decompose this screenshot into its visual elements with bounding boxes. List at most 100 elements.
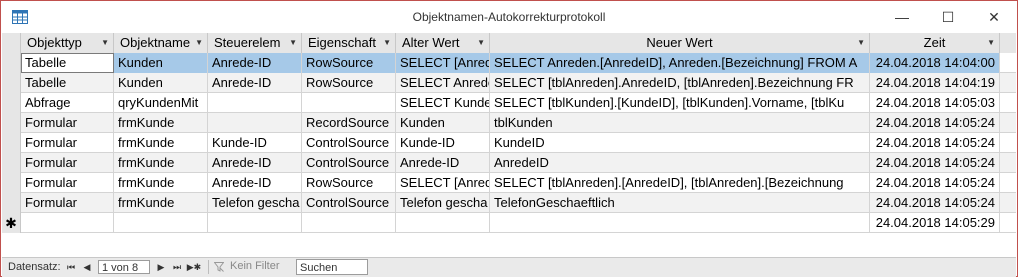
column-header-objekttyp[interactable]: Objekttyp ▼ — [21, 33, 114, 53]
cell-alter-wert[interactable]: SELECT [Anred — [396, 53, 490, 73]
cell-eigenschaft[interactable]: RecordSource — [302, 113, 396, 133]
column-header-neuer-wert[interactable]: Neuer Wert ▼ — [490, 33, 870, 53]
cell-steuerelement[interactable]: Anrede-ID — [208, 53, 302, 73]
cell-zeit[interactable]: 24.04.2018 14:05:24 — [870, 173, 1000, 193]
table-row[interactable]: Formular frmKunde Telefon gescha Control… — [2, 193, 1016, 213]
chevron-down-icon[interactable]: ▼ — [195, 33, 203, 53]
cell-zeit[interactable]: 24.04.2018 14:05:24 — [870, 113, 1000, 133]
cell-eigenschaft[interactable]: ControlSource — [302, 153, 396, 173]
cell-zeit[interactable]: 24.04.2018 14:04:19 — [870, 73, 1000, 93]
column-header-objektname[interactable]: Objektname ▼ — [114, 33, 208, 53]
record-selector[interactable] — [2, 73, 21, 93]
first-record-icon[interactable]: ⏮ — [64, 260, 78, 274]
cell-steuerelement[interactable]: Anrede-ID — [208, 153, 302, 173]
cell-steuerelement[interactable]: Telefon gescha — [208, 193, 302, 213]
cell-objekttyp[interactable]: Formular — [21, 133, 114, 153]
chevron-down-icon[interactable]: ▼ — [987, 33, 995, 53]
cell-eigenschaft[interactable] — [302, 213, 396, 233]
cell-objektname[interactable]: frmKunde — [114, 153, 208, 173]
cell-neuer-wert[interactable]: tblKunden — [490, 113, 870, 133]
cell-alter-wert[interactable]: SELECT [Anred — [396, 173, 490, 193]
table-row[interactable]: Formular frmKunde RecordSource Kunden tb… — [2, 113, 1016, 133]
record-selector[interactable] — [2, 153, 21, 173]
column-header-zeit[interactable]: Zeit ▼ — [870, 33, 1000, 53]
cell-zeit[interactable]: 24.04.2018 14:05:24 — [870, 193, 1000, 213]
cell-steuerelement[interactable] — [208, 213, 302, 233]
select-all-button[interactable] — [2, 33, 21, 53]
table-row[interactable]: Formular frmKunde Anrede-ID ControlSourc… — [2, 153, 1016, 173]
table-row[interactable]: Tabelle Kunden Anrede-ID RowSource SELEC… — [2, 73, 1016, 93]
new-record-icon[interactable]: ✱ — [2, 213, 21, 233]
cell-eigenschaft[interactable]: RowSource — [302, 173, 396, 193]
cell-objektname[interactable] — [114, 213, 208, 233]
next-record-icon[interactable]: ▶ — [154, 260, 168, 274]
cell-alter-wert[interactable]: Kunden — [396, 113, 490, 133]
cell-zeit[interactable]: 24.04.2018 14:05:24 — [870, 133, 1000, 153]
cell-objektname[interactable]: frmKunde — [114, 173, 208, 193]
cell-steuerelement[interactable]: Anrede-ID — [208, 173, 302, 193]
chevron-down-icon[interactable]: ▼ — [101, 33, 109, 53]
cell-zeit[interactable]: 24.04.2018 14:05:29 — [870, 213, 1000, 233]
cell-steuerelement[interactable]: Anrede-ID — [208, 73, 302, 93]
minimize-button[interactable]: — — [879, 1, 925, 33]
close-button[interactable]: ✕ — [971, 1, 1017, 33]
new-record-row[interactable]: ✱ 24.04.2018 14:05:29 — [2, 213, 1016, 233]
cell-objekttyp[interactable]: Formular — [21, 193, 114, 213]
cell-objektname[interactable]: frmKunde — [114, 113, 208, 133]
cell-objekttyp[interactable] — [21, 213, 114, 233]
cell-steuerelement[interactable] — [208, 93, 302, 113]
filter-toggle[interactable]: Kein Filter — [230, 260, 280, 272]
cell-eigenschaft[interactable]: ControlSource — [302, 133, 396, 153]
record-selector[interactable] — [2, 173, 21, 193]
column-header-eigenschaft[interactable]: Eigenschaft ▼ — [302, 33, 396, 53]
cell-steuerelement[interactable] — [208, 113, 302, 133]
cell-objekttyp[interactable]: Formular — [21, 173, 114, 193]
cell-neuer-wert[interactable] — [490, 213, 870, 233]
cell-objekttyp[interactable]: Formular — [21, 113, 114, 133]
maximize-button[interactable]: ☐ — [925, 1, 971, 33]
record-selector[interactable] — [2, 133, 21, 153]
cell-eigenschaft[interactable]: RowSource — [302, 73, 396, 93]
cell-alter-wert[interactable]: SELECT Kunder — [396, 93, 490, 113]
cell-neuer-wert[interactable]: SELECT Anreden.[AnredeID], Anreden.[Beze… — [490, 53, 870, 73]
cell-alter-wert[interactable] — [396, 213, 490, 233]
cell-objektname[interactable]: qryKundenMit — [114, 93, 208, 113]
chevron-down-icon[interactable]: ▼ — [289, 33, 297, 53]
table-row[interactable]: Formular frmKunde Kunde-ID ControlSource… — [2, 133, 1016, 153]
table-row[interactable]: Tabelle Kunden Anrede-ID RowSource SELEC… — [2, 53, 1016, 73]
chevron-down-icon[interactable]: ▼ — [477, 33, 485, 53]
cell-neuer-wert[interactable]: SELECT [tblAnreden].AnredeID, [tblAnrede… — [490, 73, 870, 93]
cell-alter-wert[interactable]: Anrede-ID — [396, 153, 490, 173]
cell-objekttyp[interactable]: Tabelle — [21, 73, 114, 93]
cell-alter-wert[interactable]: Kunde-ID — [396, 133, 490, 153]
cell-objektname[interactable]: frmKunde — [114, 193, 208, 213]
cell-eigenschaft[interactable]: ControlSource — [302, 193, 396, 213]
cell-eigenschaft[interactable] — [302, 93, 396, 113]
cell-objekttyp[interactable]: Formular — [21, 153, 114, 173]
table-row[interactable]: Abfrage qryKundenMit SELECT Kunder SELEC… — [2, 93, 1016, 113]
cell-neuer-wert[interactable]: KundeID — [490, 133, 870, 153]
cell-objekttyp[interactable]: Abfrage — [21, 93, 114, 113]
cell-steuerelement[interactable]: Kunde-ID — [208, 133, 302, 153]
previous-record-icon[interactable]: ◀ — [80, 260, 94, 274]
cell-neuer-wert[interactable]: AnredeID — [490, 153, 870, 173]
record-selector[interactable] — [2, 113, 21, 133]
cell-alter-wert[interactable]: SELECT Anrede — [396, 73, 490, 93]
last-record-icon[interactable]: ⏭ — [170, 260, 184, 274]
cell-objektname[interactable]: Kunden — [114, 73, 208, 93]
search-input[interactable]: Suchen — [296, 259, 368, 275]
cell-objektname[interactable]: Kunden — [114, 53, 208, 73]
cell-zeit[interactable]: 24.04.2018 14:05:24 — [870, 153, 1000, 173]
chevron-down-icon[interactable]: ▼ — [383, 33, 391, 53]
column-header-alter-wert[interactable]: Alter Wert ▼ — [396, 33, 490, 53]
column-header-steuerelement[interactable]: Steuerelem ▼ — [208, 33, 302, 53]
cell-objekttyp[interactable]: Tabelle — [21, 53, 114, 73]
record-selector[interactable] — [2, 93, 21, 113]
record-selector[interactable] — [2, 193, 21, 213]
new-record-button[interactable]: ▶✱ — [184, 260, 204, 274]
chevron-down-icon[interactable]: ▼ — [857, 33, 865, 53]
record-selector[interactable] — [2, 53, 21, 73]
cell-objektname[interactable]: frmKunde — [114, 133, 208, 153]
cell-eigenschaft[interactable]: RowSource — [302, 53, 396, 73]
cell-neuer-wert[interactable]: SELECT [tblKunden].[KundeID], [tblKunden… — [490, 93, 870, 113]
